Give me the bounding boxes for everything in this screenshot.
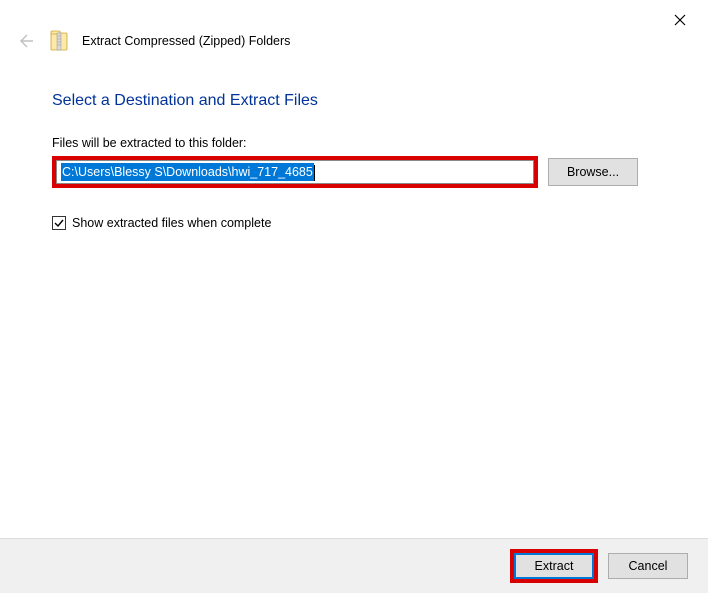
wizard-header: Extract Compressed (Zipped) Folders xyxy=(0,0,708,62)
destination-path-input[interactable]: C:\Users\Blessy S\Downloads\hwi_717_4685 xyxy=(56,160,534,184)
text-caret xyxy=(314,165,315,181)
show-files-checkbox[interactable] xyxy=(52,216,66,230)
cancel-button[interactable]: Cancel xyxy=(608,553,688,579)
checkbox-label: Show extracted files when complete xyxy=(72,216,271,230)
back-arrow-icon xyxy=(14,30,36,52)
path-input-highlight: C:\Users\Blessy S\Downloads\hwi_717_4685 xyxy=(52,156,538,188)
extract-button[interactable]: Extract xyxy=(514,553,594,579)
zip-folder-icon xyxy=(50,30,68,52)
browse-button[interactable]: Browse... xyxy=(548,158,638,186)
window-title: Extract Compressed (Zipped) Folders xyxy=(82,34,290,48)
extract-button-highlight: Extract xyxy=(510,549,598,583)
page-heading: Select a Destination and Extract Files xyxy=(52,92,656,110)
path-label: Files will be extracted to this folder: xyxy=(52,136,656,150)
dialog-footer: Extract Cancel xyxy=(0,538,708,593)
path-text-selected: C:\Users\Blessy S\Downloads\hwi_717_4685 xyxy=(61,163,314,181)
close-button[interactable] xyxy=(664,4,696,36)
